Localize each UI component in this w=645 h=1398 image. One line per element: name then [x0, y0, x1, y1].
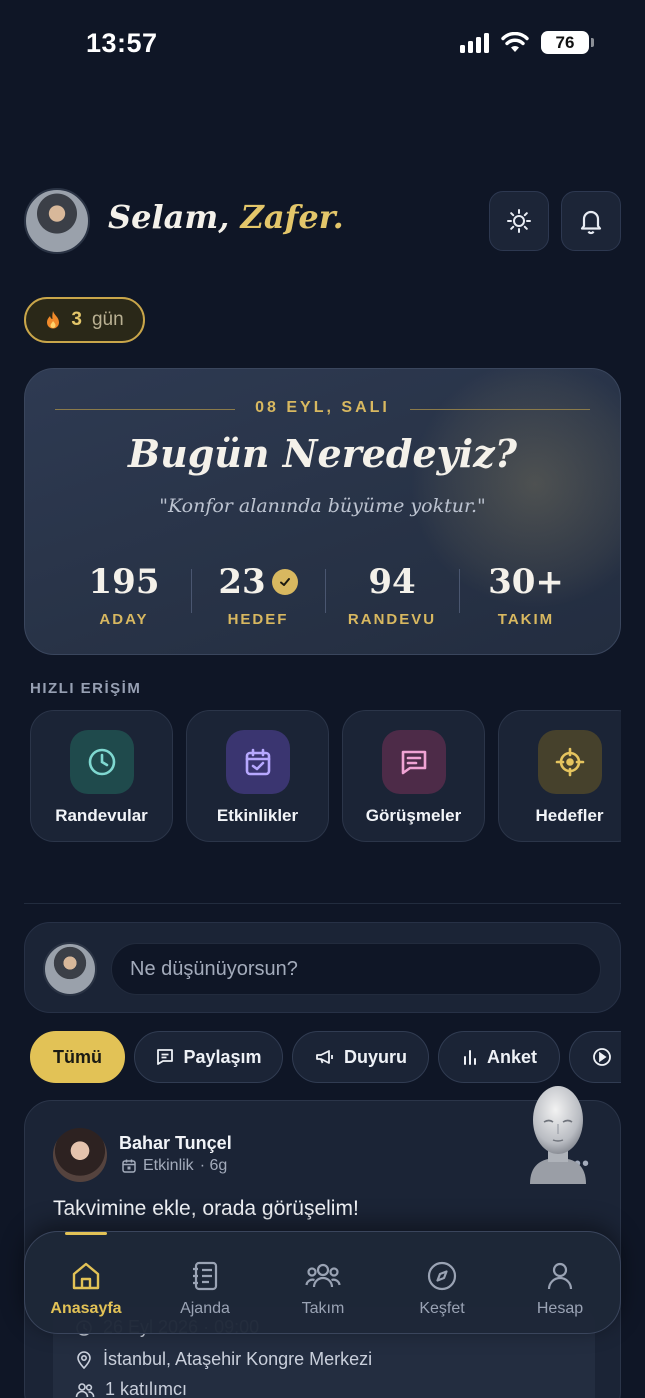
calendar-icon: [122, 1159, 136, 1173]
people-icon: [75, 1382, 95, 1397]
clock-icon: [70, 730, 134, 794]
post-text: Takvimine ekle, orada görüşelim!: [53, 1197, 359, 1220]
tab-home[interactable]: Anasayfa: [36, 1260, 136, 1320]
quick-access-appointments[interactable]: Randevular: [30, 710, 173, 842]
event-location-row: İstanbul, Ataşehir Kongre Merkezi: [75, 1349, 372, 1370]
message-icon: [382, 730, 446, 794]
status-time: 13:57: [86, 28, 158, 58]
streak-count: 3: [71, 309, 82, 330]
header: Selam, Zafer.: [24, 188, 621, 254]
stats-row: 195 ADAY 23 HEDEF 94 RANDEVU 30+ TAKIM: [25, 561, 620, 628]
stat-divider: [325, 569, 326, 613]
avatar[interactable]: [53, 1128, 107, 1182]
tab-explore[interactable]: Keşfet: [392, 1260, 492, 1320]
flame-icon: [47, 311, 60, 329]
stat-divider: [459, 569, 460, 613]
avatar: [43, 942, 97, 996]
post-meta: Etkinlik · 6g: [121, 1157, 227, 1175]
active-tab-indicator: [65, 1232, 107, 1235]
stat-divider: [191, 569, 192, 613]
daily-summary-card: 08 EYL, SALI Bugün Neredeyiz? "Konfor al…: [24, 368, 621, 655]
user-name: Zafer.: [240, 198, 344, 236]
calendar-check-icon: [226, 730, 290, 794]
ai-assistant-avatar[interactable]: [520, 1082, 596, 1184]
post-composer: Ne düşünüyorsun?: [24, 922, 621, 1013]
hero-quote: "Konfor alanında büyüme yoktur.": [159, 495, 486, 517]
filter-all[interactable]: Tümü: [30, 1031, 125, 1083]
feed-filters[interactable]: Tümü Paylaşım Duyuru Anket: [30, 1031, 621, 1083]
home-icon: [36, 1260, 136, 1292]
cellular-signal-icon: [460, 32, 489, 53]
stat-goals[interactable]: 23 HEDEF: [191, 561, 325, 628]
theme-toggle-button[interactable]: [489, 191, 549, 251]
user-icon: [510, 1260, 610, 1292]
status-icons: 76: [460, 31, 594, 54]
post-type: Etkinlik: [143, 1157, 194, 1174]
filter-video[interactable]: [569, 1031, 621, 1083]
tab-agenda[interactable]: Ajanda: [155, 1260, 255, 1320]
stat-appointments[interactable]: 94 RANDEVU: [325, 561, 459, 628]
quick-access-goals[interactable]: Hedefler: [498, 710, 621, 842]
bar-chart-icon: [463, 1050, 476, 1065]
check-circle-icon: [271, 569, 298, 595]
post-age: · 6g: [199, 1157, 228, 1174]
post-input[interactable]: Ne düşünüyorsun?: [111, 943, 601, 995]
filter-announcements[interactable]: Duyuru: [292, 1031, 429, 1083]
filter-posts[interactable]: Paylaşım: [134, 1031, 283, 1083]
play-icon: [593, 1048, 611, 1066]
filter-polls[interactable]: Anket: [438, 1031, 560, 1083]
compass-icon: [392, 1260, 492, 1292]
battery-indicator: 76: [541, 31, 594, 54]
quick-access-events[interactable]: Etkinlikler: [186, 710, 329, 842]
quick-access-meetings[interactable]: Görüşmeler: [342, 710, 485, 842]
post-author[interactable]: Bahar Tunçel: [119, 1133, 232, 1154]
wifi-icon: [501, 31, 529, 52]
event-participants-row: 1 katılımcı: [75, 1379, 187, 1398]
location-pin-icon: [77, 1350, 91, 1369]
bottom-tab-bar: Anasayfa Ajanda Takım Keşfet Hesap: [24, 1231, 621, 1334]
notifications-button[interactable]: [561, 191, 621, 251]
team-icon: [273, 1260, 373, 1292]
section-divider: [24, 903, 621, 904]
quick-access-row[interactable]: Randevular Etkinlikler Görüşmeler Hedefl…: [30, 710, 621, 842]
target-icon: [538, 730, 602, 794]
notebook-icon: [155, 1260, 255, 1292]
quick-access-title: HIZLI ERİŞİM: [30, 680, 142, 697]
stat-team[interactable]: 30+ TAKIM: [459, 561, 593, 628]
chat-icon: [157, 1049, 174, 1065]
tab-team[interactable]: Takım: [273, 1260, 373, 1320]
streak-unit: gün: [91, 309, 124, 330]
streak-badge[interactable]: 3 gün: [24, 297, 145, 343]
status-bar: 13:57 76: [0, 0, 645, 90]
stat-candidates[interactable]: 195 ADAY: [57, 561, 191, 628]
hero-title: Bugün Neredeyiz?: [127, 431, 518, 476]
bell-icon: [580, 210, 602, 235]
hero-date: 08 EYL, SALI: [255, 399, 390, 416]
avatar[interactable]: [24, 188, 90, 254]
megaphone-icon: [316, 1050, 333, 1064]
sun-icon: [507, 209, 531, 233]
tab-account[interactable]: Hesap: [510, 1260, 610, 1320]
greeting: Selam, Zafer.: [108, 198, 344, 236]
